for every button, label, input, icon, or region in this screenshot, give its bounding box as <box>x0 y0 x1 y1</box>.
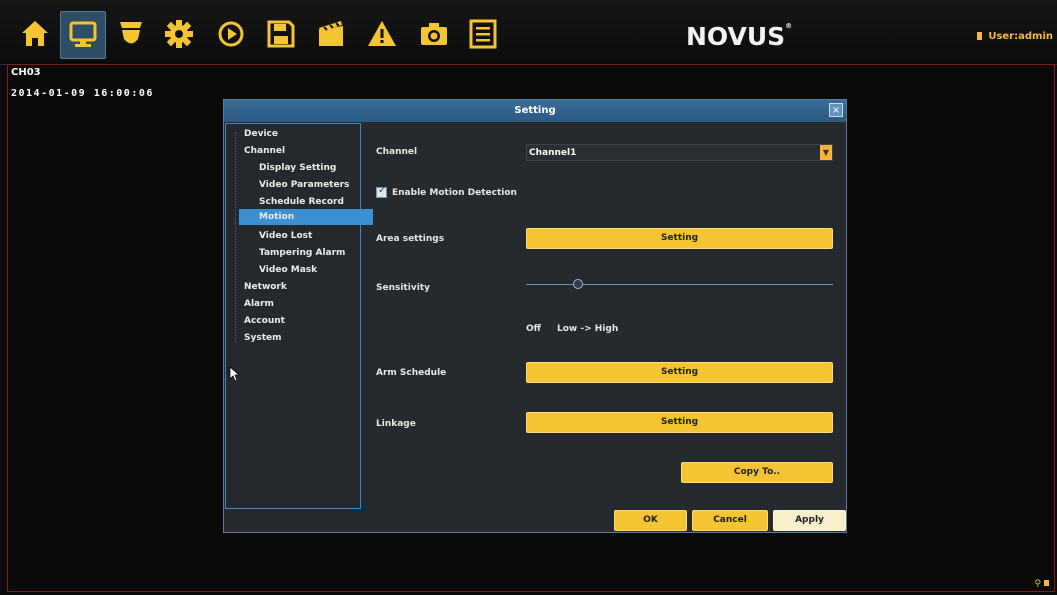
tree-item-account[interactable]: Account <box>244 313 285 329</box>
photo-camera-icon[interactable] <box>412 11 456 57</box>
check-icon: ✓ <box>378 185 387 196</box>
record-icon <box>1044 580 1049 586</box>
copy-to-button[interactable]: Copy To.. <box>681 462 833 483</box>
apply-button[interactable]: Apply <box>773 510 846 531</box>
tree-connector <box>235 132 236 342</box>
sensitivity-slider-handle[interactable] <box>573 279 584 289</box>
enable-motion-checkbox[interactable]: ✓ <box>376 185 387 198</box>
monitor-icon[interactable] <box>60 11 106 59</box>
tree-item-video-lost[interactable]: Video Lost <box>259 228 312 244</box>
camera-icon[interactable] <box>109 11 153 57</box>
tree-item-schedule-record[interactable]: Schedule Record <box>259 194 344 210</box>
mouse-pointer-icon <box>229 366 241 382</box>
gear-icon[interactable] <box>157 11 201 57</box>
ok-button[interactable]: OK <box>614 510 687 531</box>
channel-select[interactable]: Channel1 ▼ <box>526 144 833 161</box>
area-settings-label: Area settings <box>376 234 445 244</box>
dialog-title: Setting <box>224 100 846 122</box>
tree-item-motion[interactable]: Motion <box>239 209 373 225</box>
novus-logo: NOVUS® <box>686 22 793 51</box>
home-icon[interactable] <box>13 11 57 57</box>
tree-item-video-mask[interactable]: Video Mask <box>259 262 317 278</box>
status-icons: ⚲ <box>1035 579 1049 589</box>
user-indicator[interactable]: User:admin <box>977 31 1053 42</box>
top-toolbar: NOVUS® User:admin <box>0 0 1057 65</box>
channel-osd: CH03 <box>11 67 41 78</box>
log-icon[interactable] <box>461 11 505 57</box>
arm-schedule-label: Arm Schedule <box>376 368 447 378</box>
tree-item-channel[interactable]: Channel <box>244 143 285 159</box>
user-label: User:admin <box>988 31 1053 42</box>
play-icon[interactable] <box>209 11 253 57</box>
tree-item-alarm[interactable]: Alarm <box>244 296 274 312</box>
tree-item-video-parameters[interactable]: Video Parameters <box>259 177 349 193</box>
user-icon <box>977 32 983 40</box>
timestamp-osd: 2014-01-09 16:00:06 <box>11 88 154 99</box>
channel-label: Channel <box>376 147 418 157</box>
warning-icon[interactable] <box>360 11 404 57</box>
tree-item-system[interactable]: System <box>244 330 282 346</box>
sensitivity-slider[interactable] <box>526 284 833 285</box>
chevron-down-icon[interactable]: ▼ <box>820 145 832 160</box>
tree-item-device[interactable]: Device <box>244 126 278 142</box>
sensitivity-off-label: Off <box>526 324 541 334</box>
setting-dialog: Setting × Device Channel Display Setting… <box>223 99 847 533</box>
sensitivity-label: Sensitivity <box>376 283 430 293</box>
area-settings-button[interactable]: Setting <box>526 228 833 249</box>
settings-tree: Device Channel Display Setting Video Par… <box>225 123 373 509</box>
clapper-icon[interactable] <box>309 11 353 57</box>
tree-item-network[interactable]: Network <box>244 279 287 295</box>
arm-schedule-button[interactable]: Setting <box>526 362 833 383</box>
tree-item-tampering-alarm[interactable]: Tampering Alarm <box>259 245 345 261</box>
cancel-button[interactable]: Cancel <box>692 510 768 531</box>
linkage-button[interactable]: Setting <box>526 412 833 433</box>
save-icon[interactable] <box>259 11 303 57</box>
search-icon: ⚲ <box>1034 579 1042 589</box>
tree-item-display-setting[interactable]: Display Setting <box>259 160 336 176</box>
sensitivity-range-label: Low -> High <box>557 324 619 334</box>
linkage-label: Linkage <box>376 419 416 429</box>
channel-select-value: Channel1 <box>529 148 577 158</box>
enable-motion-label: Enable Motion Detection <box>392 188 517 198</box>
close-icon[interactable]: × <box>829 103 843 117</box>
